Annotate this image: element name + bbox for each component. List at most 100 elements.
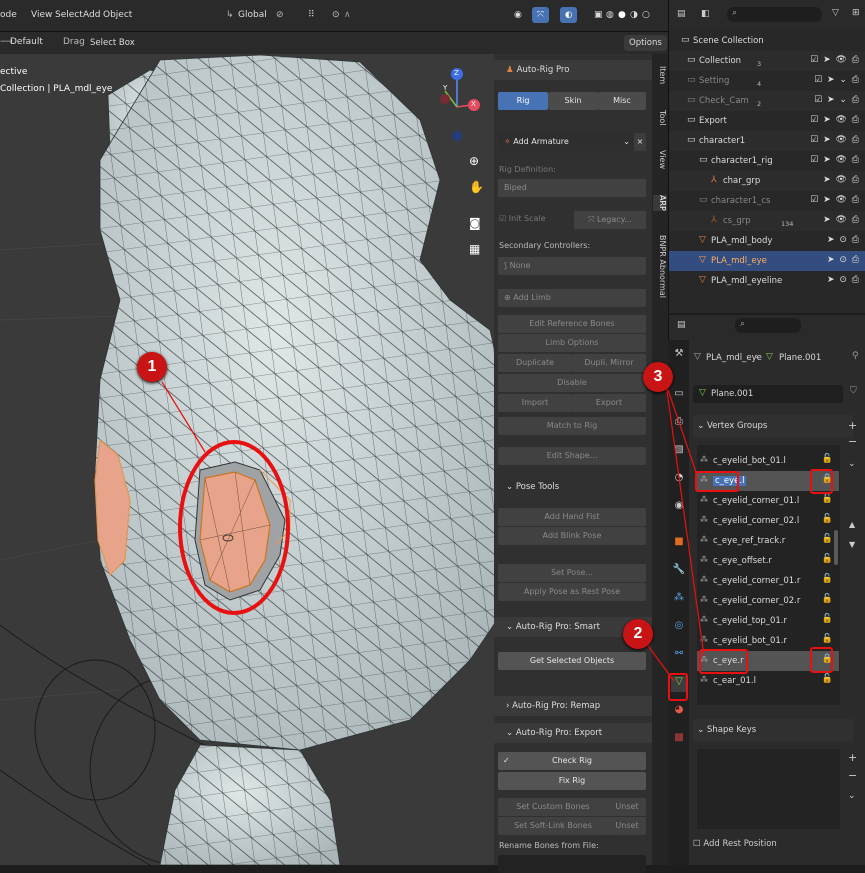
- vertex-group-item[interactable]: ⁂ c_ear_01.l 🔓: [697, 671, 839, 691]
- get-selected-objects-button[interactable]: Get Selected Objects: [498, 652, 646, 670]
- close-icon[interactable]: ×: [634, 133, 646, 151]
- pose-tools-header[interactable]: ⌄ Pose Tools: [494, 477, 652, 497]
- snap-icon[interactable]: ⠿: [308, 10, 315, 20]
- add-hand-fist-button[interactable]: Add Hand Fist: [498, 508, 646, 526]
- add-vertex-group-button[interactable]: +: [848, 419, 857, 432]
- arp-panel-header[interactable]: ♟ Auto-Rig Pro: [494, 60, 652, 80]
- outliner-row[interactable]: ▽ PLA_mdl_body ➤ ⊙ ⎙: [669, 231, 865, 251]
- visibility-toggle-icons[interactable]: ➤ 👁 ⎙: [823, 215, 860, 225]
- add-limb-dropdown[interactable]: ⊕ Add Limb: [498, 289, 646, 307]
- unset-custom-bones-button[interactable]: Unset: [608, 798, 646, 816]
- shading-wire-icon[interactable]: ◍: [606, 10, 614, 20]
- set-softlink-bones-button[interactable]: Set Soft-Link Bones: [498, 817, 608, 835]
- select-menu[interactable]: Select: [55, 10, 83, 20]
- visibility-toggle-icons[interactable]: ☑ ➤ ⌄ ⎙: [814, 75, 860, 85]
- add-shape-key-button[interactable]: +: [848, 751, 857, 764]
- shading-material-icon[interactable]: ◑: [630, 10, 638, 20]
- vertex-group-item[interactable]: ⁂ c_eyelid_corner_01.l 🔓: [697, 491, 839, 511]
- tab-misc[interactable]: Misc: [598, 92, 646, 110]
- visibility-toggle-icons[interactable]: ☑ ➤ 👁 ⎙: [810, 155, 860, 165]
- tab-rig[interactable]: Rig: [498, 92, 548, 110]
- properties-search-input[interactable]: ⌕: [735, 318, 801, 333]
- outliner-row[interactable]: ⅄ cs_grp 134 ➤ 👁 ⎙: [669, 211, 865, 231]
- lock-open-icon[interactable]: 🔓: [822, 634, 833, 644]
- match-to-rig-button[interactable]: Match to Rig: [498, 417, 646, 435]
- outliner-row[interactable]: ⅄ char_grp ➤ 👁 ⎙: [669, 171, 865, 191]
- render-tab-icon[interactable]: ▭: [671, 388, 687, 404]
- lock-open-icon[interactable]: 🔓: [822, 534, 833, 544]
- display-mode-icon[interactable]: ◧: [701, 9, 710, 19]
- init-scale-checkbox[interactable]: ☑ Init Scale: [499, 214, 546, 223]
- new-collection-icon[interactable]: ⊞: [852, 8, 860, 18]
- view-menu[interactable]: View: [31, 10, 52, 20]
- drag-dropdown[interactable]: Select Box: [85, 35, 140, 51]
- edit-reference-bones-button[interactable]: Edit Reference Bones: [498, 315, 646, 333]
- falloff-icon[interactable]: ∧: [344, 10, 351, 20]
- duplicate-button[interactable]: Duplicate: [498, 354, 572, 372]
- options-button[interactable]: Options: [624, 35, 667, 51]
- shading-rendered-icon[interactable]: ○: [642, 10, 650, 20]
- visibility-toggle-icons[interactable]: ☑ ➤ 👁 ⎙: [810, 135, 860, 145]
- move-up-icon[interactable]: ▲: [849, 520, 855, 529]
- material-tab-icon[interactable]: ◕: [671, 704, 687, 720]
- lock-open-icon[interactable]: 🔓: [822, 494, 833, 504]
- visibility-toggle-icons[interactable]: ☑ ➤ ⌄ ⎙: [814, 95, 860, 105]
- visibility-toggle-icons[interactable]: ➤ ⊙ ⎙: [827, 255, 860, 265]
- mesh-name-field[interactable]: ▽ Plane.001: [693, 385, 843, 403]
- tab-item[interactable]: Item: [653, 66, 667, 84]
- tab-arp[interactable]: ARP: [653, 195, 667, 211]
- tab-skin[interactable]: Skin: [548, 92, 598, 110]
- world-tab-icon[interactable]: ◉: [671, 500, 687, 516]
- outliner-row[interactable]: ▭ Collection 3 ☑ ➤ 👁 ⎙: [669, 51, 865, 71]
- shape-key-specials-icon[interactable]: ⌄: [848, 791, 856, 801]
- outliner-search-input[interactable]: ⌕: [727, 7, 822, 22]
- secondary-controllers-dropdown[interactable]: ⟆ None: [498, 257, 646, 275]
- vertex-group-item[interactable]: ⁂ c_eyelid_corner_02.l 🔓: [697, 511, 839, 531]
- outliner-row[interactable]: ▭ Check_Cam 2 ☑ ➤ ⌄ ⎙: [669, 91, 865, 111]
- add-menu[interactable]: Add: [83, 10, 100, 20]
- vertex-group-specials-icon[interactable]: ⌄: [848, 459, 856, 469]
- fake-user-shield-icon[interactable]: ⛉: [850, 386, 857, 396]
- filter-icon[interactable]: ▽: [832, 8, 839, 18]
- lock-open-icon[interactable]: 🔓: [822, 574, 833, 584]
- tool-tab-icon[interactable]: ⚒: [671, 348, 687, 364]
- outliner-row[interactable]: ▽ PLA_mdl_eye ➤ ⊙ ⎙: [669, 251, 865, 271]
- vertex-group-item[interactable]: ⁂ c_eye_ref_track.r 🔓: [697, 531, 839, 551]
- outliner-row[interactable]: ▭ Scene Collection: [669, 31, 865, 51]
- rig-definition-dropdown[interactable]: Biped: [498, 179, 646, 197]
- shape-keys-list[interactable]: [697, 749, 840, 829]
- orientation-dropdown[interactable]: Global: [238, 10, 267, 20]
- editor-type-icon[interactable]: ▤: [677, 9, 686, 19]
- vertex-group-item[interactable]: ⁂ c_eyelid_bot_01.l 🔓: [697, 451, 839, 471]
- set-custom-bones-button[interactable]: Set Custom Bones: [498, 798, 608, 816]
- visibility-toggle-icons[interactable]: ☑ ➤ 👁 ⎙: [810, 195, 860, 205]
- lock-open-icon[interactable]: 🔓: [822, 514, 833, 524]
- 3d-viewport[interactable]: ective Collection | PLA_mdl_eye Z X Y ⊕ …: [0, 54, 497, 865]
- output-tab-icon[interactable]: ⎙: [671, 416, 687, 432]
- set-pose-button[interactable]: Set Pose...: [498, 564, 646, 582]
- editor-type-icon[interactable]: ▤: [677, 320, 686, 330]
- move-down-icon[interactable]: ▼: [849, 540, 855, 549]
- vertex-group-item[interactable]: ⁂ c_eyelid_top_01.r 🔓: [697, 611, 839, 631]
- object-menu[interactable]: Object: [103, 10, 132, 20]
- add-blink-pose-button[interactable]: Add Blink Pose: [498, 527, 646, 545]
- outliner-row[interactable]: ▭ Setting 4 ☑ ➤ ⌄ ⎙: [669, 71, 865, 91]
- export-button[interactable]: Export: [572, 394, 646, 412]
- particles-tab-icon[interactable]: ⁂: [671, 592, 687, 608]
- pivot-dropdown[interactable]: Default: [10, 37, 43, 47]
- xray-icon[interactable]: ▣: [594, 10, 603, 20]
- tab-bnpr-abnormal[interactable]: BNPR Abnormal: [653, 235, 667, 298]
- visibility-toggle-icons[interactable]: ➤ 👁 ⎙: [823, 175, 860, 185]
- view-layer-tab-icon[interactable]: ▧: [671, 444, 687, 460]
- lock-open-icon[interactable]: 🔓: [822, 454, 833, 464]
- lock-open-icon[interactable]: 🔓: [822, 674, 833, 684]
- visibility-icon[interactable]: ◉: [514, 10, 522, 20]
- outliner-row[interactable]: ▽ PLA_mdl_eyeline ➤ ⊙ ⎙: [669, 271, 865, 291]
- outliner-row[interactable]: ▭ character1_cs ☑ ➤ 👁 ⎙: [669, 191, 865, 211]
- shading-solid-icon[interactable]: ●: [618, 10, 626, 20]
- disable-button[interactable]: Disable: [498, 374, 646, 392]
- remove-vertex-group-button[interactable]: −: [848, 435, 857, 448]
- shape-keys-header[interactable]: ⌄ Shape Keys: [693, 719, 853, 741]
- limb-options-button[interactable]: Limb Options: [498, 334, 646, 352]
- lock-open-icon[interactable]: 🔓: [822, 594, 833, 604]
